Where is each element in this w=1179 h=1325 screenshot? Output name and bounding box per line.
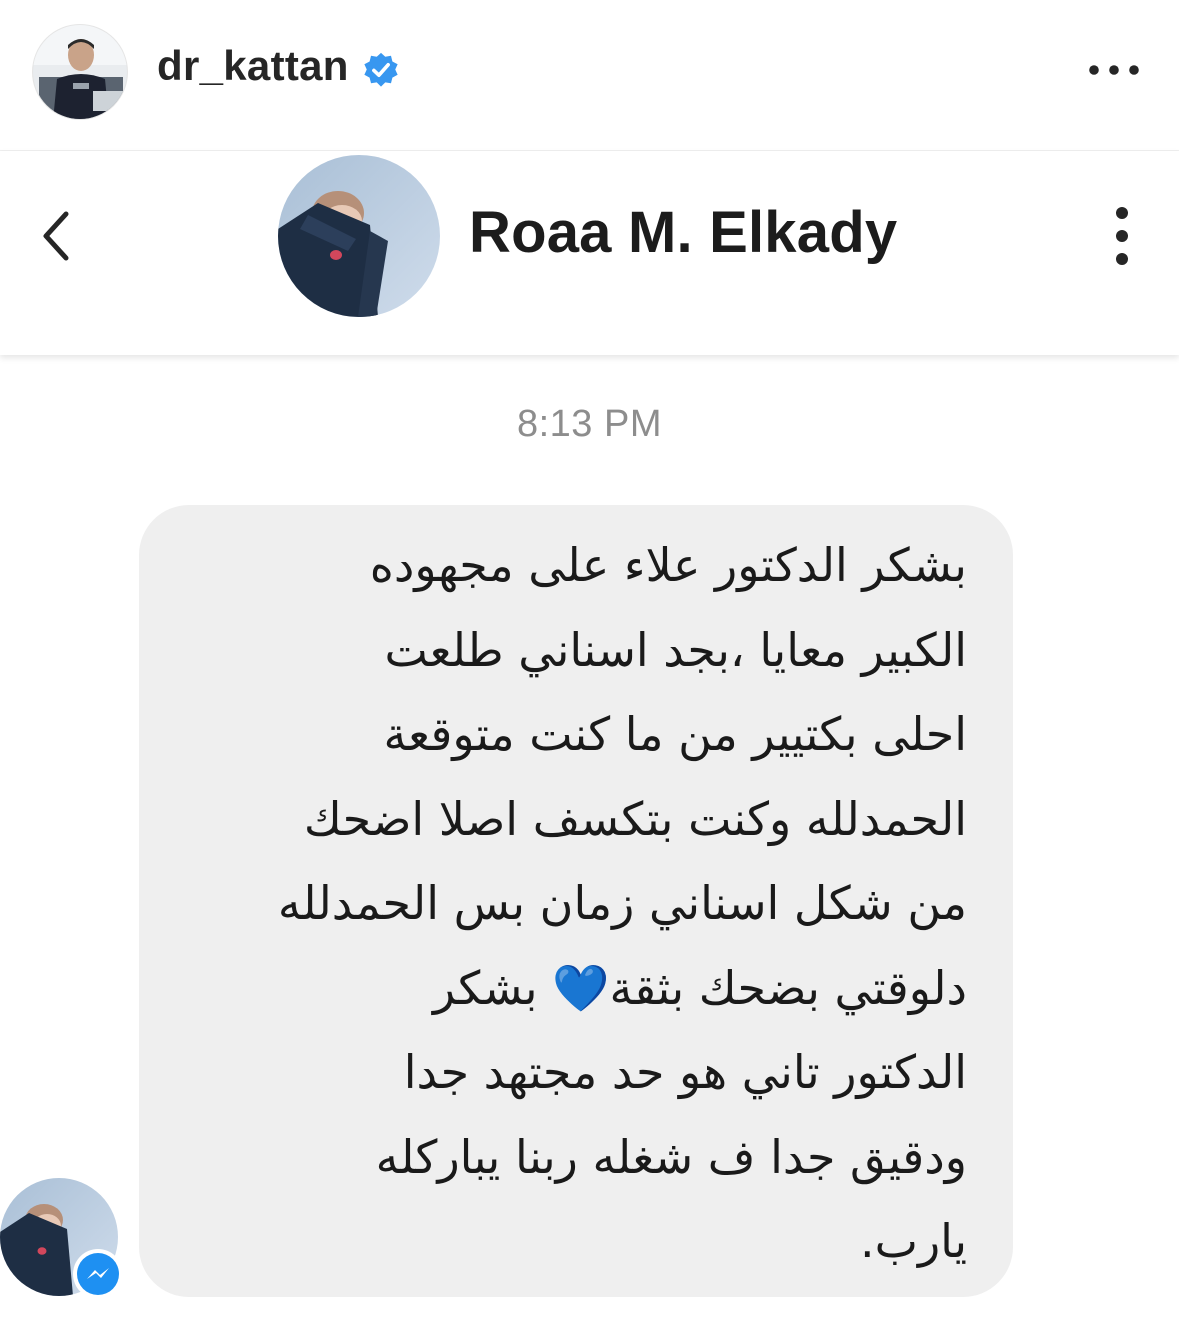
message-line: دلوقتي بضحك بثقة💙 بشكر [432,960,967,1015]
message-line: يارب. [860,1214,967,1268]
message-line: الحمدلله وكنت بتكسف اصلا اضحك [303,791,967,846]
post-username[interactable]: dr_kattan [157,42,349,90]
message-line: من شكل اسناني زمان بس الحمدلله [277,876,967,930]
messenger-icon [73,1249,123,1299]
message-line: بشكر الدكتور علاء على مجهوده [369,538,967,592]
post-header: dr_kattan [0,0,1179,151]
verified-badge-icon [364,52,398,87]
message-line: احلى بكتيير من ما كنت متوقعة [383,707,967,761]
contact-photo [278,155,440,317]
messenger-bolt-icon [87,1268,109,1279]
chat-header: Roaa M. Elkady [0,151,1179,355]
more-horizontal-icon[interactable] [1086,56,1142,84]
message-timestamp: 8:13 PM [516,403,663,445]
doctor-photo [33,25,127,119]
chevron-left-icon[interactable] [36,206,80,266]
message-bubble[interactable]: بشكر الدكتور علاء على مجهوده الكبير معاي… [139,505,1013,1297]
blue-heart-emoji: 💙 [552,960,610,1015]
chat-body[interactable]: 8:13 PM بشكر الدكتور علاء على مجهوده الك… [0,355,1179,1325]
contact-avatar[interactable] [278,155,440,317]
more-vertical-icon[interactable] [1100,203,1144,269]
message-line: الكبير معايا ،بجد اسناني طلعت [384,622,967,677]
message-line: الدكتور تاني هو حد مجتهد جدا [403,1045,967,1099]
message-line: ودقيق جدا ف شغله ربنا يباركله [375,1129,967,1184]
post-author-avatar[interactable] [32,24,128,120]
contact-name[interactable]: Roaa M. Elkady [469,199,897,266]
